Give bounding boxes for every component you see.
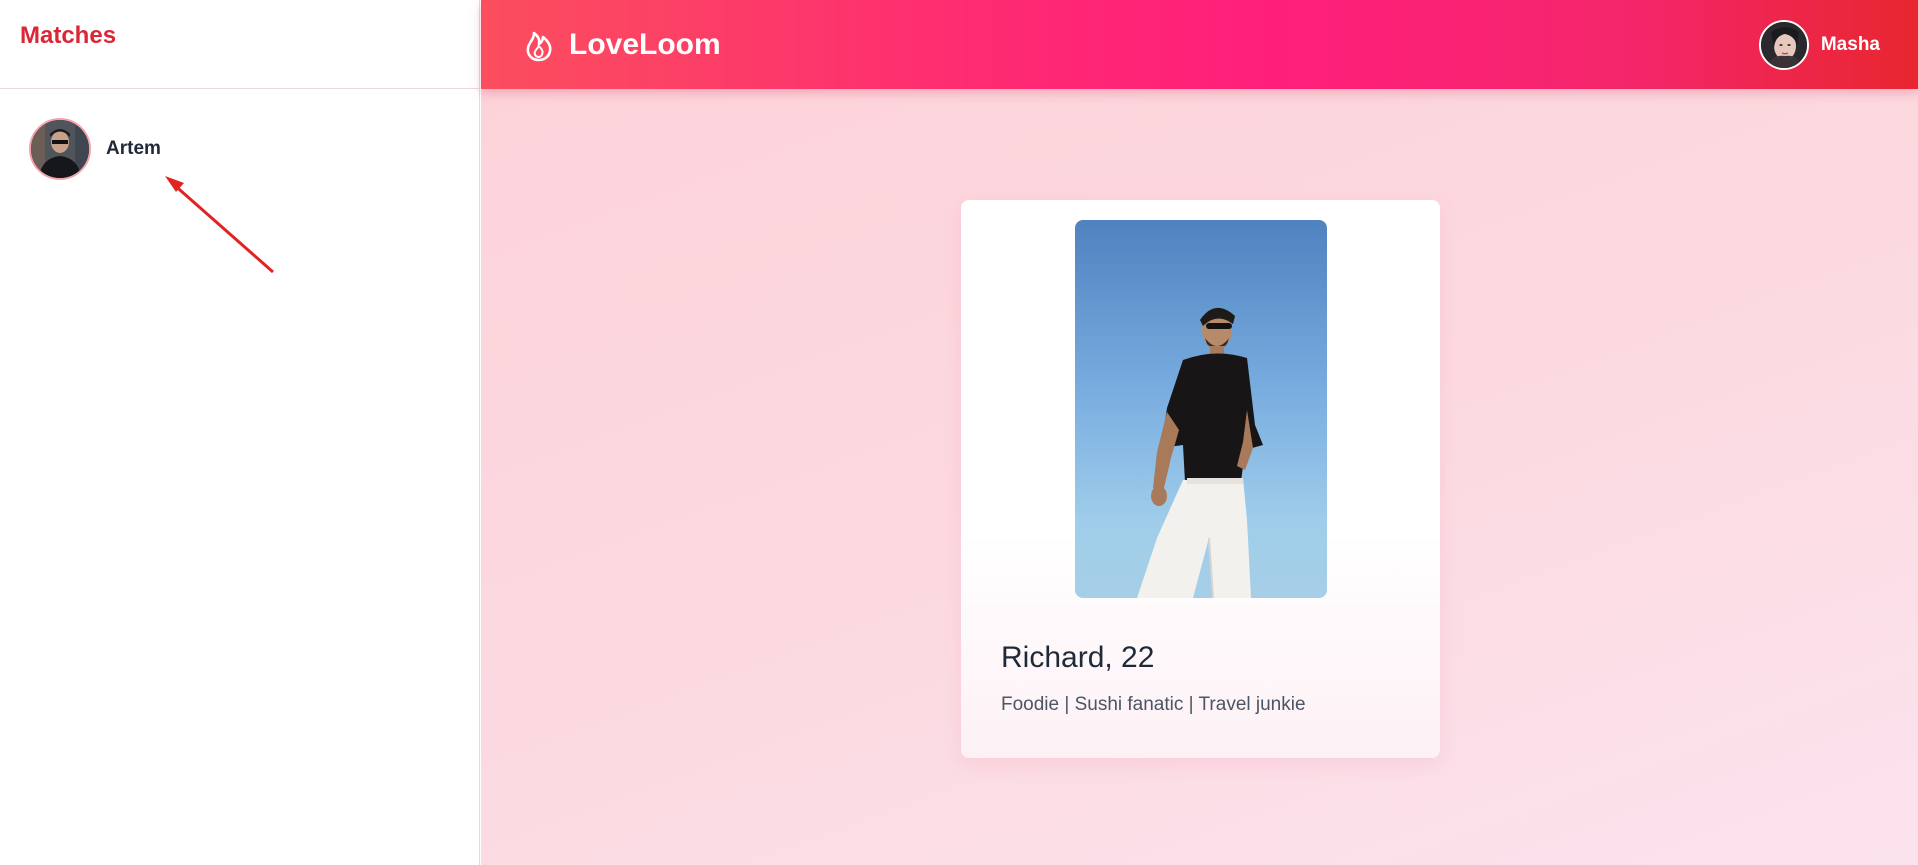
profile-bio: Foodie | Sushi fanatic | Travel junkie: [1001, 694, 1306, 715]
sidebar-title: Matches: [20, 22, 117, 49]
top-bar: LoveLoom Masha: [481, 0, 1918, 89]
profile-card[interactable]: Richard, 22 Foodie | Sushi fanatic | Tra…: [961, 200, 1440, 758]
profile-photo: [1075, 220, 1327, 598]
matches-sidebar: Matches Artem: [0, 0, 480, 865]
user-name: Masha: [1820, 33, 1880, 55]
app: Matches Artem LoveLoom Masha Richard, 22…: [0, 0, 1918, 865]
flame-icon: [523, 27, 555, 63]
profile-name-age: Richard, 22: [1001, 641, 1155, 674]
avatar: [29, 118, 91, 180]
user-menu[interactable]: Masha: [1758, 19, 1880, 70]
main-area: Richard, 22 Foodie | Sushi fanatic | Tra…: [481, 89, 1918, 865]
sidebar-header: Matches: [0, 0, 479, 89]
brand-name: LoveLoom: [569, 27, 721, 61]
brand[interactable]: LoveLoom: [523, 27, 721, 63]
avatar-photo: [31, 120, 89, 178]
match-item-artem[interactable]: Artem: [0, 118, 479, 180]
match-name: Artem: [106, 138, 161, 159]
match-list: Artem: [0, 89, 479, 180]
user-avatar: [1758, 19, 1809, 70]
